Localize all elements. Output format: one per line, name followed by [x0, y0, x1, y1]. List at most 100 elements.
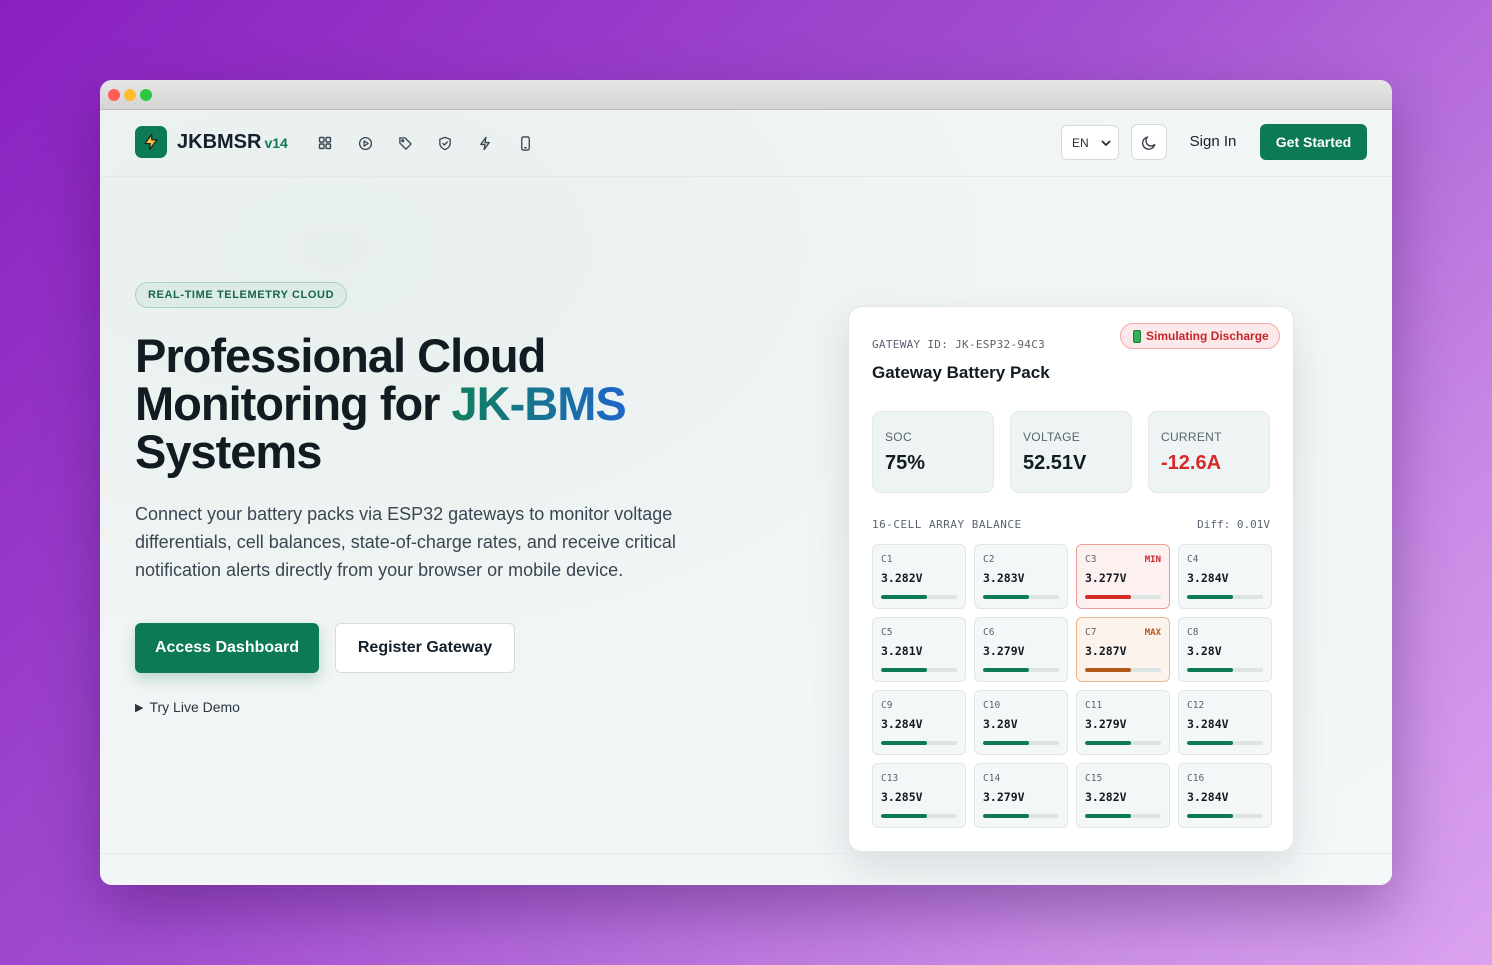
cell-tile[interactable]: C2 3.283V — [974, 544, 1068, 609]
cell-level-bar — [881, 741, 957, 745]
gateway-card: GATEWAY ID: JK-ESP32-94C3 Gateway Batter… — [848, 306, 1294, 852]
cell-tile[interactable]: C3 MIN 3.277V — [1076, 544, 1170, 609]
bolt-logo-icon — [144, 133, 158, 151]
cell-level-fill — [1085, 668, 1131, 672]
cell-level-fill — [1187, 668, 1233, 672]
stat-value: 52.51V — [1023, 452, 1087, 474]
cell-tile[interactable]: C14 3.279V — [974, 763, 1068, 828]
battery-icon — [1133, 329, 1141, 343]
logo[interactable] — [135, 126, 167, 158]
cell-level-bar — [1085, 741, 1161, 745]
headline-accent: JK-BMS — [451, 377, 627, 430]
language-value: EN — [1072, 135, 1089, 150]
cell-level-fill — [983, 668, 1029, 672]
cell-tile[interactable]: C5 3.281V — [872, 617, 966, 682]
cell-tile[interactable]: C9 3.284V — [872, 690, 966, 755]
cell-voltage: 3.279V — [1085, 717, 1127, 731]
window-titlebar — [100, 80, 1392, 110]
cell-level-fill — [881, 814, 927, 818]
cell-level-fill — [1085, 814, 1131, 818]
cell-name: C16 — [1187, 773, 1205, 784]
stat-label: VOLTAGE — [1023, 430, 1081, 444]
language-select[interactable]: EN — [1061, 125, 1119, 160]
cell-level-bar — [983, 741, 1059, 745]
maximize-window-button[interactable] — [140, 89, 152, 101]
shield-icon[interactable] — [436, 134, 454, 152]
brand-name[interactable]: JKBMSR v14 — [177, 131, 288, 154]
cell-voltage: 3.283V — [983, 571, 1025, 585]
brand-version: v14 — [264, 135, 288, 151]
gateway-id: GATEWAY ID: JK-ESP32-94C3 — [872, 338, 1046, 351]
cell-level-fill — [983, 595, 1029, 599]
demo-link-label: Try Live Demo — [149, 699, 240, 715]
stat-label: SOC — [885, 430, 912, 444]
cell-tile[interactable]: C15 3.282V — [1076, 763, 1170, 828]
cell-level-bar — [1187, 668, 1263, 672]
cell-name: C11 — [1085, 700, 1103, 711]
page-content: JKBMSR v14 EN Sign In Get Started REAL-T… — [100, 110, 1392, 885]
cell-tile[interactable]: C4 3.284V — [1178, 544, 1272, 609]
stat-current: CURRENT -12.6A — [1148, 411, 1270, 493]
cell-level-bar — [1187, 814, 1263, 818]
cell-level-bar — [1085, 814, 1161, 818]
cell-voltage: 3.277V — [1085, 571, 1127, 585]
navbar: JKBMSR v14 EN Sign In Get Started — [100, 110, 1392, 177]
bolt-icon[interactable] — [476, 134, 494, 152]
cell-voltage: 3.279V — [983, 790, 1025, 804]
play-circle-icon[interactable] — [356, 134, 374, 152]
cell-tile[interactable]: C7 MAX 3.287V — [1076, 617, 1170, 682]
chevron-down-icon — [1101, 140, 1111, 146]
cell-tile[interactable]: C13 3.285V — [872, 763, 966, 828]
cell-voltage: 3.28V — [1187, 644, 1222, 658]
cell-level-fill — [881, 595, 927, 599]
cell-tile[interactable]: C12 3.284V — [1178, 690, 1272, 755]
cell-level-fill — [881, 741, 927, 745]
hero-pill-badge: REAL-TIME TELEMETRY CLOUD — [135, 282, 348, 308]
try-live-demo-link[interactable]: ▶ Try Live Demo — [135, 699, 240, 715]
cell-grid: C1 3.282V C2 3.283V C3 MIN 3.277V C4 3.284V C5 3.2… — [872, 544, 1272, 828]
cell-name: C4 — [1187, 554, 1199, 565]
cell-level-bar — [983, 595, 1059, 599]
theme-toggle-button[interactable] — [1131, 124, 1167, 160]
cell-level-fill — [983, 814, 1029, 818]
status-badge: Simulating Discharge — [1120, 323, 1280, 349]
cell-name: C14 — [983, 773, 1001, 784]
cell-tile[interactable]: C8 3.28V — [1178, 617, 1272, 682]
cell-voltage: 3.281V — [881, 644, 923, 658]
cell-level-fill — [881, 668, 927, 672]
cell-level-bar — [881, 668, 957, 672]
cell-voltage: 3.279V — [983, 644, 1025, 658]
cell-array-label: 16-CELL ARRAY BALANCE — [872, 518, 1022, 531]
cell-tile[interactable]: C10 3.28V — [974, 690, 1068, 755]
brand-title: JKBMSR — [177, 131, 262, 153]
moon-icon — [1141, 135, 1155, 150]
cell-name: C15 — [1085, 773, 1103, 784]
stat-label: CURRENT — [1161, 430, 1222, 444]
grid-icon[interactable] — [316, 134, 334, 152]
get-started-button[interactable]: Get Started — [1260, 124, 1367, 160]
close-window-button[interactable] — [108, 89, 120, 101]
cell-level-bar — [881, 814, 957, 818]
cell-level-fill — [1187, 595, 1233, 599]
minimize-window-button[interactable] — [124, 89, 136, 101]
cell-level-bar — [1085, 668, 1161, 672]
cell-voltage: 3.284V — [1187, 790, 1229, 804]
cell-tile[interactable]: C11 3.279V — [1076, 690, 1170, 755]
mobile-icon[interactable] — [516, 134, 534, 152]
stats-row: SOC 75% VOLTAGE 52.51V CURRENT -12.6A — [872, 411, 1270, 493]
cell-voltage: 3.284V — [1187, 571, 1229, 585]
tag-icon[interactable] — [396, 134, 414, 152]
cell-name: C1 — [881, 554, 893, 565]
cell-tile[interactable]: C16 3.284V — [1178, 763, 1272, 828]
cell-tile[interactable]: C6 3.279V — [974, 617, 1068, 682]
cell-tile[interactable]: C1 3.282V — [872, 544, 966, 609]
gateway-title: Gateway Battery Pack — [872, 363, 1050, 382]
cell-name: C10 — [983, 700, 1001, 711]
cell-level-fill — [1085, 595, 1131, 599]
cell-name: C12 — [1187, 700, 1205, 711]
register-gateway-button[interactable]: Register Gateway — [335, 623, 515, 673]
stat-value: 75% — [885, 452, 926, 474]
sign-in-link[interactable]: Sign In — [1180, 133, 1246, 150]
cell-voltage: 3.284V — [881, 717, 923, 731]
access-dashboard-button[interactable]: Access Dashboard — [135, 623, 319, 673]
